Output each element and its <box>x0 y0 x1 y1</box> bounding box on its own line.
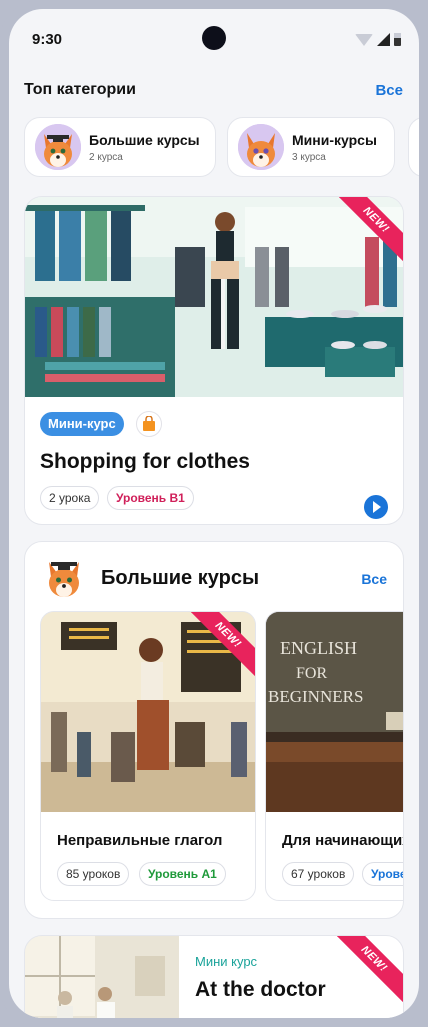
category-chip-partial[interactable] <box>408 117 419 177</box>
top-categories-all-link[interactable]: Все <box>375 82 403 99</box>
level-tag: Уровень B1 <box>107 486 194 510</box>
level-tag: Уровень <box>362 862 403 886</box>
category-chip-mini-courses[interactable]: Мини-курсы 3 курса <box>227 117 395 177</box>
lessons-tag: 67 уроков <box>282 862 355 886</box>
signal-icon <box>377 33 390 46</box>
course-type-label: Мини курс <box>195 954 258 969</box>
battery-icon <box>394 33 401 46</box>
category-text: Мини-курсы 3 курса <box>292 132 377 163</box>
course-title: Shopping for clothes <box>40 450 250 473</box>
doctor-course-card[interactable]: Мини курс At the doctor NEW! <box>24 935 404 1018</box>
lessons-tag: 85 уроков <box>57 862 130 886</box>
new-badge: NEW! <box>339 197 403 263</box>
doctor-illustration <box>25 936 179 1018</box>
category-count: 2 курса <box>89 151 123 163</box>
fox-mascot-icon <box>238 124 284 170</box>
category-name: Большие курсы <box>89 131 200 148</box>
course-type-pill: Мини-курс <box>40 412 124 436</box>
category-count: 3 курса <box>292 151 326 163</box>
course-carousel[interactable]: NEW! Неправильные глагол 85 уроков Урове… <box>40 611 404 901</box>
big-courses-title: Большие курсы <box>101 567 260 589</box>
course-card-irregular-verbs[interactable]: NEW! Неправильные глагол 85 уроков Урове… <box>40 611 256 901</box>
course-card-beginners[interactable]: ENGLISH FOR BEGINNERS Для начинающих 67 … <box>265 611 404 901</box>
big-courses-all-link[interactable]: Все <box>361 571 387 587</box>
new-badge-label: NEW! <box>337 936 403 1002</box>
new-badge-label: NEW! <box>339 197 403 263</box>
fox-mascot-icon <box>40 552 88 600</box>
category-text: Большие курсы 2 курса <box>89 132 200 163</box>
category-name: Мини-курсы <box>292 131 377 148</box>
fox-mascot-icon <box>35 124 81 170</box>
phone-frame: 9:30 Топ категории Все Большие курсы 2 к… <box>0 0 428 1027</box>
category-chip-big-courses[interactable]: Большие курсы 2 курса <box>24 117 216 177</box>
big-courses-section: Большие курсы Все NEW! Неправильные глаг… <box>24 541 404 919</box>
course-title: At the doctor <box>195 978 326 1001</box>
category-carousel[interactable]: Большие курсы 2 курса Мини-курсы 3 курса <box>24 117 419 177</box>
shopping-illustration: NEW! <box>25 197 403 397</box>
chalkboard-text-3: BEGINNERS <box>268 687 363 706</box>
chalkboard-text-2: FOR <box>296 665 327 682</box>
airport-illustration: NEW! <box>41 612 255 812</box>
lessons-tag: 2 урока <box>40 486 100 510</box>
level-tag: Уровень A1 <box>139 862 226 886</box>
app-screen: 9:30 Топ категории Все Большие курсы 2 к… <box>9 9 419 1018</box>
wifi-icon <box>355 34 373 46</box>
new-badge: NEW! <box>191 612 255 678</box>
status-bar: 9:30 <box>9 9 419 69</box>
chalkboard-text-1: ENGLISH <box>280 638 357 658</box>
status-icons <box>355 33 401 46</box>
course-name: Для начинающих <box>282 832 404 849</box>
featured-course-card[interactable]: NEW! Мини-курс Shopping for clothes 2 ур… <box>24 196 404 525</box>
top-categories-title: Топ категории <box>24 81 136 98</box>
status-time: 9:30 <box>32 31 63 48</box>
shopping-bag-icon <box>136 411 162 437</box>
course-name: Неправильные глагол <box>57 832 223 849</box>
new-badge: NEW! <box>337 936 403 1002</box>
play-button[interactable] <box>364 495 388 519</box>
front-camera <box>202 26 226 50</box>
new-badge-label: NEW! <box>191 612 255 678</box>
classroom-illustration: ENGLISH FOR BEGINNERS <box>266 612 403 812</box>
